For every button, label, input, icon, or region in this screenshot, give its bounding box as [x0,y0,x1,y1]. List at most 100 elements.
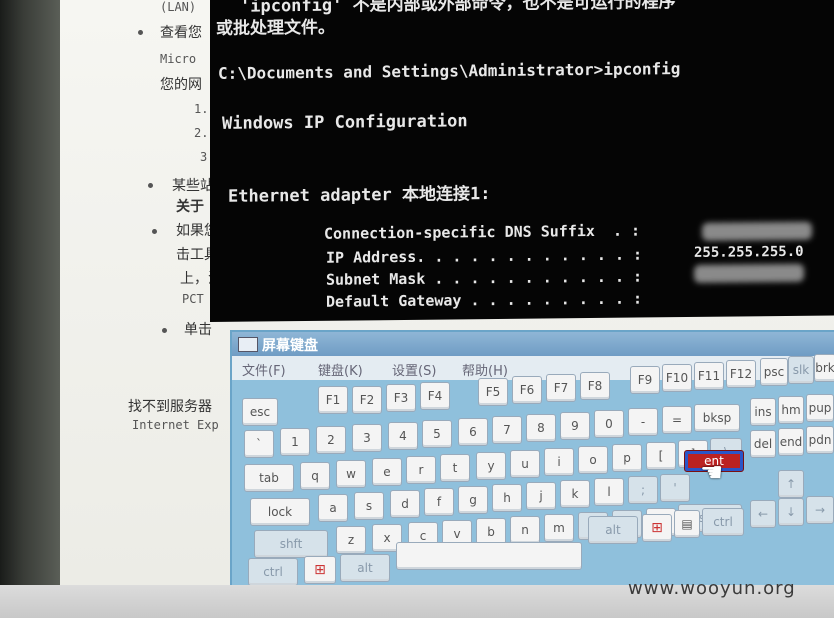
doc-line: 1. [194,102,209,116]
key-1[interactable]: 1 [280,428,310,456]
key-tab[interactable]: tab [244,464,294,492]
key-alt-right[interactable]: alt [588,516,638,544]
key-esc[interactable]: esc [242,398,278,426]
bullet-icon [162,328,167,333]
key-f2[interactable]: F2 [352,386,382,414]
doc-line: 单击 [184,322,212,338]
key-f5[interactable]: F5 [478,378,508,406]
key-4[interactable]: 4 [388,422,418,450]
key-slk[interactable]: slk [788,356,814,384]
key-brk[interactable]: brk [814,354,834,382]
key-9[interactable]: 9 [560,412,590,440]
key-8[interactable]: 8 [526,414,556,442]
key-g[interactable]: g [458,486,488,514]
key-f4[interactable]: F4 [420,382,450,410]
console-ip-label: IP Address. . . . . . . . . . . . : [326,245,643,267]
key-h[interactable]: h [492,484,522,512]
console-adapter: Ethernet adapter 本地连接1: [228,184,491,207]
key-f11[interactable]: F11 [694,362,724,390]
doc-line: Internet Exp [132,418,219,432]
windows-logo-icon[interactable]: ⊞ [304,556,336,584]
key-equals[interactable]: = [662,406,692,434]
osk-title-bar[interactable]: 屏幕键盘 [232,332,834,356]
arrow-left-icon[interactable]: ← [750,500,776,528]
console-heading: Windows IP Configuration [222,111,468,134]
key-lock[interactable]: lock [250,498,310,526]
key-ins[interactable]: ins [750,398,776,426]
key-f[interactable]: f [424,488,454,516]
key-q[interactable]: q [300,462,330,490]
key-z[interactable]: z [336,526,366,554]
key-a[interactable]: a [318,494,348,522]
key-lbracket[interactable]: [ [646,442,676,470]
key-0[interactable]: 0 [594,410,624,438]
key-hm[interactable]: hm [778,396,804,424]
key-m[interactable]: m [544,514,574,542]
menu-keyboard[interactable]: 键盘(K) [318,360,363,379]
key-o[interactable]: o [578,446,608,474]
key-psc[interactable]: psc [760,358,788,386]
key-f12[interactable]: F12 [726,360,756,388]
key-bksp[interactable]: bksp [694,404,740,432]
key-end[interactable]: end [778,428,804,456]
keyboard-icon [238,337,258,352]
key-r[interactable]: r [406,456,436,484]
key-shift-left[interactable]: shft [254,530,328,558]
key-pdn[interactable]: pdn [806,426,834,454]
windows-logo-icon[interactable]: ⊞ [642,514,672,542]
key-f8[interactable]: F8 [580,372,610,400]
key-f7[interactable]: F7 [546,374,576,402]
key-y[interactable]: y [476,452,506,480]
doc-line: 某些站 [172,178,214,194]
key-s[interactable]: s [354,492,384,520]
key-f1[interactable]: F1 [318,386,348,414]
key-u[interactable]: u [510,450,540,478]
key-minus[interactable]: - [628,408,658,436]
key-p[interactable]: p [612,444,642,472]
doc-line: 您的网 [160,77,202,93]
key-f10[interactable]: F10 [662,364,692,392]
menu-settings[interactable]: 设置(S) [392,360,436,379]
console-dns-label: Connection-specific DNS Suffix . : [324,221,641,243]
key-f3[interactable]: F3 [386,384,416,412]
doc-line: 关于 [176,199,204,215]
key-n[interactable]: n [510,516,540,544]
key-pup[interactable]: pup [806,394,834,422]
key-w[interactable]: w [336,460,366,488]
key-j[interactable]: j [526,482,556,510]
menu-help[interactable]: 帮助(H) [462,360,508,379]
key-backtick[interactable]: ` [244,430,274,458]
on-screen-keyboard[interactable]: 屏幕键盘 文件(F) 键盘(K) 设置(S) 帮助(H) esc F1 F2 F… [230,330,834,592]
key-e[interactable]: e [372,458,402,486]
key-i[interactable]: i [544,448,574,476]
monitor-bezel-left [0,0,60,618]
key-ctrl-right[interactable]: ctrl [702,508,744,536]
osk-title: 屏幕键盘 [262,338,318,354]
arrow-right-icon[interactable]: → [806,496,834,524]
key-d[interactable]: d [390,490,420,518]
menu-file[interactable]: 文件(F) [242,360,286,379]
key-alt-left[interactable]: alt [340,554,390,582]
command-prompt-window[interactable]: 'ipconfig' 不是内部或外部命令，也不是可运行的程序 或批处理文件。 C… [210,0,834,323]
watermark: www.wooyun.org [628,578,796,599]
key-6[interactable]: 6 [458,418,488,446]
key-semicolon[interactable]: ; [628,476,658,504]
key-3[interactable]: 3 [352,424,382,452]
key-f6[interactable]: F6 [512,376,542,404]
key-k[interactable]: k [560,480,590,508]
console-gateway-label: Default Gateway . . . . . . . . . : [326,289,643,311]
menu-key-icon[interactable]: ▤ [674,510,700,538]
key-5[interactable]: 5 [422,420,452,448]
key-space[interactable] [396,542,582,570]
key-ctrl-left[interactable]: ctrl [248,558,298,586]
arrow-down-icon[interactable]: ↓ [778,498,804,526]
key-del[interactable]: del [750,430,776,458]
console-subnet-value: 255.255.255.0 [694,243,804,261]
key-t[interactable]: t [440,454,470,482]
key-l[interactable]: l [594,478,624,506]
key-7[interactable]: 7 [492,416,522,444]
key-quote[interactable]: ' [660,474,690,502]
key-f9[interactable]: F9 [630,366,660,394]
key-2[interactable]: 2 [316,426,346,454]
arrow-up-icon[interactable]: ↑ [778,470,804,498]
